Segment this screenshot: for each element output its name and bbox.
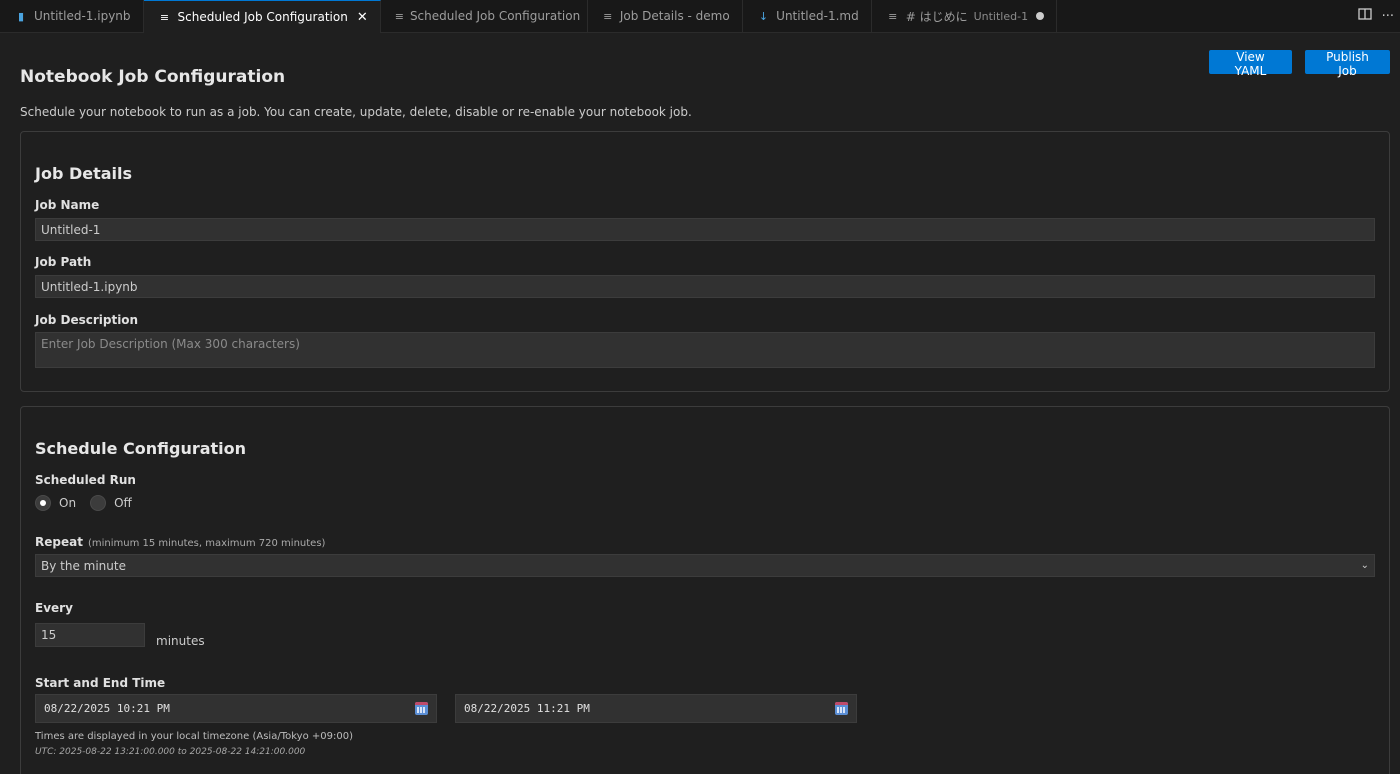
tab-untitled-ipynb[interactable]: ▮ Untitled-1.ipynb: [0, 0, 144, 32]
tab-untitled-md[interactable]: ↓ Untitled-1.md: [742, 0, 872, 32]
job-description-label: Job Description: [35, 313, 139, 327]
schedule-configuration-card: Schedule Configuration Scheduled Run On …: [20, 406, 1390, 774]
publish-job-button[interactable]: Publish Job: [1305, 50, 1390, 78]
tab-label: Scheduled Job Configuration: [177, 10, 348, 24]
tab-label: Untitled-1.md: [776, 9, 859, 23]
radio-off-label[interactable]: Off: [114, 496, 132, 510]
repeat-label-text: Repeat: [35, 535, 83, 549]
radio-on[interactable]: [35, 495, 51, 511]
job-path-input[interactable]: [35, 275, 1375, 298]
preview-icon: ≡: [603, 9, 613, 23]
job-details-title: Job Details: [35, 164, 133, 183]
repeat-selected-value: By the minute: [41, 558, 126, 573]
end-datetime-input[interactable]: 08/22/2025 11:21 PM: [455, 694, 857, 723]
job-name-input[interactable]: [35, 218, 1375, 241]
editor-content: Notebook Job Configuration Schedule your…: [0, 33, 1400, 774]
tab-label: Untitled-1.ipynb: [34, 9, 131, 23]
start-datetime-value: 08/22/2025 10:21 PM: [44, 702, 170, 715]
repeat-hint: (minimum 15 minutes, maximum 720 minutes…: [87, 538, 326, 549]
repeat-select[interactable]: By the minute ⌄: [35, 554, 1375, 577]
preview-icon: ≡: [394, 9, 404, 23]
split-editor-icon[interactable]: [1357, 7, 1372, 25]
job-details-card: Job Details Job Name Job Path Job Descri…: [20, 131, 1390, 392]
notebook-icon: ▮: [17, 9, 25, 23]
tab-job-details-demo[interactable]: ≡ Job Details - demo: [587, 0, 743, 32]
start-end-time-label: Start and End Time: [35, 676, 166, 690]
start-datetime-input[interactable]: 08/22/2025 10:21 PM: [35, 694, 437, 723]
every-input[interactable]: [35, 623, 145, 647]
close-icon[interactable]: ✕: [357, 10, 368, 25]
every-unit: minutes: [156, 634, 205, 648]
editor-tab-bar: ▮ Untitled-1.ipynb ≡ Scheduled Job Confi…: [0, 0, 1400, 33]
tab-hajimeni[interactable]: ≡ # はじめに Untitled-1: [871, 0, 1058, 32]
unsaved-dot-icon: [1036, 12, 1045, 20]
job-path-label: Job Path: [35, 255, 92, 269]
tab-label: # はじめに: [905, 9, 968, 24]
repeat-label: Repeat (minimum 15 minutes, maximum 720 m…: [35, 535, 325, 549]
preview-icon: ≡: [159, 10, 170, 24]
end-datetime-value: 08/22/2025 11:21 PM: [464, 702, 590, 715]
radio-on-label[interactable]: On: [59, 496, 76, 510]
chevron-down-icon: ⌄: [1360, 560, 1369, 571]
tab-label: Job Details - demo: [619, 9, 730, 23]
job-name-label: Job Name: [35, 198, 100, 212]
page-description: Schedule your notebook to run as a job. …: [20, 105, 692, 119]
calendar-icon[interactable]: [835, 702, 848, 715]
schedule-configuration-title: Schedule Configuration: [35, 439, 247, 458]
page-title: Notebook Job Configuration: [20, 67, 286, 87]
more-actions-icon[interactable]: ···: [1382, 9, 1394, 24]
every-label: Every: [35, 601, 73, 615]
tab-suffix: Untitled-1: [973, 9, 1029, 23]
tab-scheduled-job-configuration[interactable]: ≡ Scheduled Job Configuration: [380, 0, 588, 32]
preview-icon: ≡: [888, 9, 898, 23]
timezone-note: Times are displayed in your local timezo…: [35, 731, 353, 742]
scheduled-run-label: Scheduled Run: [35, 473, 136, 487]
tab-actions: ···: [1357, 0, 1394, 32]
tab-scheduled-job-configuration-active[interactable]: ≡ Scheduled Job Configuration ✕: [143, 0, 381, 33]
scheduled-run-radio-group: On Off: [35, 495, 146, 511]
markdown-icon: ↓: [758, 9, 769, 23]
calendar-icon[interactable]: [415, 702, 428, 715]
radio-off[interactable]: [90, 495, 107, 511]
job-description-textarea[interactable]: [35, 332, 1375, 368]
view-yaml-button[interactable]: View YAML: [1209, 50, 1292, 78]
tab-label: Scheduled Job Configuration: [409, 9, 581, 23]
utc-note: UTC: 2025-08-22 13:21:00.000 to 2025-08-…: [35, 747, 306, 757]
